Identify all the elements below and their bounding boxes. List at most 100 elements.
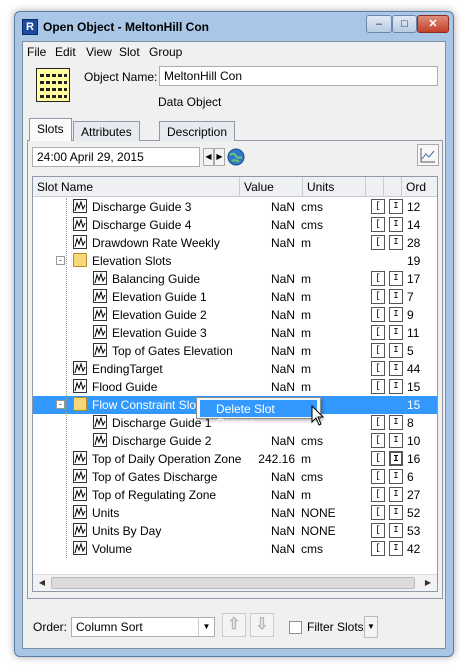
date-back-button[interactable]: ◀ [203, 148, 214, 166]
table-row[interactable]: Discharge Guide 4 NaN cms [I 14 [33, 216, 437, 234]
input-flag-icon[interactable]: [ [371, 343, 385, 358]
col-slot-name[interactable]: Slot Name [33, 177, 240, 197]
slot-order: 7 [407, 290, 414, 304]
input-flag-icon[interactable]: [ [371, 379, 385, 394]
mouse-cursor-icon [311, 405, 325, 426]
series-slot-icon [73, 487, 87, 501]
io-flag-icon[interactable]: I [389, 415, 403, 430]
globe-icon[interactable] [226, 147, 246, 167]
menu-file[interactable]: File [27, 45, 46, 59]
tab-slots[interactable]: Slots [29, 118, 72, 142]
input-flag-icon[interactable]: [ [371, 433, 385, 448]
io-flag-icon[interactable]: I [389, 523, 403, 538]
io-flag-icon[interactable]: I [389, 361, 403, 376]
input-flag-icon[interactable]: [ [371, 505, 385, 520]
table-row[interactable]: Units NaN NONE [I 52 [33, 504, 437, 522]
input-flag-icon[interactable]: [ [371, 469, 385, 484]
io-flag-icon[interactable]: I [389, 451, 403, 466]
menu-edit[interactable]: Edit [55, 45, 76, 59]
menu-slot[interactable]: Slot [119, 45, 140, 59]
scroll-left-button[interactable]: ◀ [34, 576, 50, 590]
order-select[interactable]: Column Sort ▼ [71, 617, 215, 637]
title-bar[interactable]: R Open Object - MeltonHill Con ‒ □ ✕ [15, 12, 453, 44]
date-forward-button[interactable]: ▶ [214, 148, 225, 166]
horizontal-scrollbar[interactable]: ◀ ▶ [33, 574, 437, 591]
plot-button[interactable] [417, 144, 439, 166]
filter-dropdown-button[interactable]: ▼ [364, 616, 378, 638]
io-flag-icon[interactable]: I [389, 307, 403, 322]
table-row[interactable]: EndingTarget NaN m [I 44 [33, 360, 437, 378]
input-flag-icon[interactable]: [ [371, 523, 385, 538]
col-units[interactable]: Units [303, 177, 366, 197]
io-flag-icon[interactable]: I [389, 199, 403, 214]
chevron-down-icon: ▼ [198, 618, 214, 636]
move-down-button[interactable]: ⇩ [250, 613, 274, 637]
slot-name: Discharge Guide 3 [92, 200, 192, 214]
table-row[interactable]: Top of Daily Operation Zone 242.16 m [I 16 [33, 450, 437, 468]
tab-description[interactable]: Description [159, 121, 236, 141]
series-slot-icon [73, 361, 87, 375]
slot-value: NaN [270, 488, 295, 502]
table-row[interactable]: Top of Gates Elevation NaN m [I 5 [33, 342, 437, 360]
table-row[interactable]: Flood Guide NaN m [I 15 [33, 378, 437, 396]
slot-name: Top of Daily Operation Zone [92, 452, 242, 466]
io-flag-icon[interactable]: I [389, 235, 403, 250]
slot-name: Top of Gates Discharge [92, 470, 218, 484]
io-flag-icon[interactable]: I [389, 271, 403, 286]
input-flag-icon[interactable]: [ [371, 361, 385, 376]
col-value[interactable]: Value [240, 177, 303, 197]
menu-view[interactable]: View [86, 45, 112, 59]
io-flag-icon[interactable]: I [389, 469, 403, 484]
input-flag-icon[interactable]: [ [371, 487, 385, 502]
menu-group[interactable]: Group [149, 45, 182, 59]
date-field[interactable]: 24:00 April 29, 2015 [32, 147, 200, 167]
input-flag-icon[interactable]: [ [371, 271, 385, 286]
table-row[interactable]: Top of Regulating Zone NaN m [I 27 [33, 486, 437, 504]
table-row[interactable]: Elevation Guide 3 NaN m [I 11 [33, 324, 437, 342]
col-flag-2[interactable] [384, 177, 402, 197]
table-row[interactable]: Top of Gates Discharge NaN cms [I 6 [33, 468, 437, 486]
close-button[interactable]: ✕ [417, 15, 449, 33]
io-flag-icon[interactable]: I [389, 217, 403, 232]
table-row[interactable]: Discharge Guide 3 NaN cms [I 12 [33, 198, 437, 216]
table-row[interactable]: Units By Day NaN NONE [I 53 [33, 522, 437, 540]
slot-units: cms [301, 434, 323, 448]
delete-slot-groups-item[interactable]: Delete Slot Groups [200, 400, 317, 430]
group-row[interactable]: - Elevation Slots 19 [33, 252, 437, 270]
object-name-field[interactable]: MeltonHill Con [159, 66, 438, 86]
scroll-thumb[interactable] [51, 577, 415, 589]
col-ord[interactable]: Ord [402, 177, 437, 197]
minimize-button[interactable]: ‒ [366, 15, 392, 33]
collapse-toggle-icon[interactable]: - [56, 256, 65, 265]
io-flag-icon[interactable]: I [389, 487, 403, 502]
io-flag-icon[interactable]: I [389, 505, 403, 520]
collapse-toggle-icon[interactable]: - [56, 400, 65, 409]
move-up-button[interactable]: ⇧ [222, 613, 246, 637]
io-flag-icon[interactable]: I [389, 343, 403, 358]
input-flag-icon[interactable]: [ [371, 307, 385, 322]
input-flag-icon[interactable]: [ [371, 289, 385, 304]
input-flag-icon[interactable]: [ [371, 541, 385, 556]
col-flag-1[interactable] [366, 177, 384, 197]
table-row[interactable]: Elevation Guide 1 NaN m [I 7 [33, 288, 437, 306]
io-flag-icon[interactable]: I [389, 379, 403, 394]
io-flag-icon[interactable]: I [389, 289, 403, 304]
io-flag-icon[interactable]: I [389, 325, 403, 340]
table-row[interactable]: Volume NaN cms [I 42 [33, 540, 437, 558]
table-row[interactable]: Discharge Guide 2 NaN cms [I 10 [33, 432, 437, 450]
input-flag-icon[interactable]: [ [371, 451, 385, 466]
io-flag-icon[interactable]: I [389, 433, 403, 448]
input-flag-icon[interactable]: [ [371, 415, 385, 430]
maximize-button[interactable]: □ [392, 15, 417, 33]
io-flag-icon[interactable]: I [389, 541, 403, 556]
input-flag-icon[interactable]: [ [371, 199, 385, 214]
filter-slots-checkbox[interactable] [289, 621, 302, 634]
input-flag-icon[interactable]: [ [371, 235, 385, 250]
tab-attributes[interactable]: Attributes [73, 121, 140, 141]
table-row[interactable]: Balancing Guide NaN m [I 17 [33, 270, 437, 288]
table-row[interactable]: Drawdown Rate Weekly NaN m [I 28 [33, 234, 437, 252]
input-flag-icon[interactable]: [ [371, 217, 385, 232]
scroll-right-button[interactable]: ▶ [420, 576, 436, 590]
input-flag-icon[interactable]: [ [371, 325, 385, 340]
table-row[interactable]: Elevation Guide 2 NaN m [I 9 [33, 306, 437, 324]
